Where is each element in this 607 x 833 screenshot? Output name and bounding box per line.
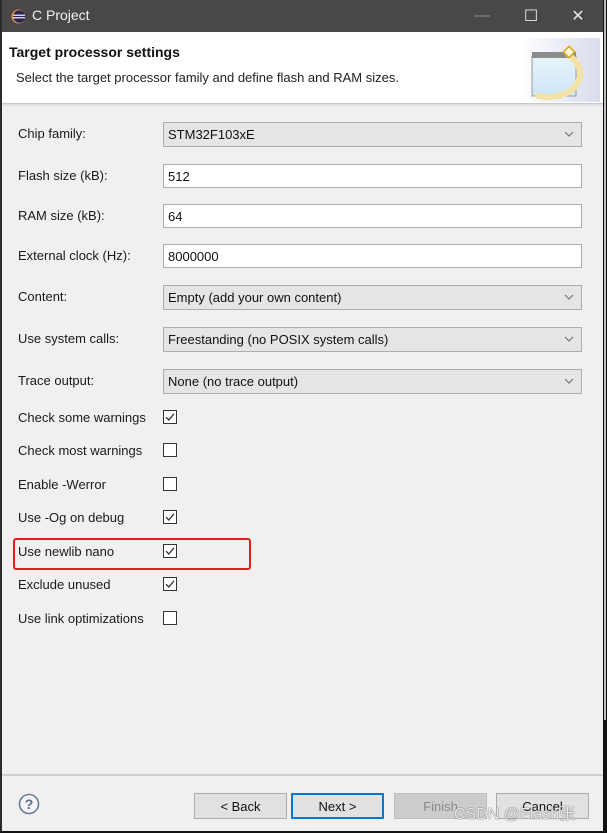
c-project-dialog: C Project — ☐ ✕ Target processor setting… — [0, 0, 605, 831]
trace-output-select[interactable]: None (no trace output) — [163, 369, 582, 394]
checkbox[interactable] — [163, 611, 177, 625]
flash-size-input[interactable] — [164, 165, 581, 187]
wizard-banner-icon — [520, 38, 600, 102]
help-icon[interactable]: ? — [18, 793, 40, 815]
system-calls-label: Use system calls: — [18, 331, 120, 346]
window-title: C Project — [32, 7, 90, 23]
ram-size-field-box — [163, 204, 582, 228]
checkbox-label: Use -Og on debug — [18, 510, 125, 525]
finish-button[interactable]: Finish — [394, 793, 487, 819]
content-label: Content: — [18, 289, 68, 304]
checkbox-label: Use link optimizations — [18, 611, 144, 626]
checkbox[interactable] — [163, 410, 177, 424]
title-bar: C Project — ☐ ✕ — [2, 0, 605, 32]
checkmark-icon — [165, 547, 175, 555]
flash-size-field-box — [163, 164, 582, 188]
checkbox-row: Exclude unused — [2, 575, 302, 595]
chip-family-select[interactable]: STM32F103xE — [163, 122, 582, 147]
checkmark-icon — [165, 413, 175, 421]
checkbox-row: Use link optimizations — [2, 609, 302, 629]
flash-size-row: Flash size (kB): — [2, 164, 605, 188]
chevron-down-icon — [564, 294, 574, 300]
maximize-icon: ☐ — [523, 8, 539, 25]
content-value: Empty (add your own content) — [168, 290, 342, 305]
minimize-icon: — — [474, 7, 490, 24]
window-edge — [603, 0, 607, 833]
checkmark-icon — [165, 513, 175, 521]
ram-size-row: RAM size (kB): — [2, 204, 605, 228]
ram-size-label: RAM size (kB): — [18, 208, 105, 223]
checkbox[interactable] — [163, 544, 177, 558]
checkbox-row: Check some warnings — [2, 408, 302, 428]
page-title: Target processor settings — [9, 44, 180, 60]
system-calls-select[interactable]: Freestanding (no POSIX system calls) — [163, 327, 582, 352]
checkbox-label: Check some warnings — [18, 410, 146, 425]
trace-output-row: Trace output: None (no trace output) — [2, 369, 605, 394]
chevron-down-icon — [564, 336, 574, 342]
checkbox-label: Exclude unused — [18, 577, 111, 592]
external-clock-row: External clock (Hz): — [2, 244, 605, 268]
trace-output-label: Trace output: — [18, 373, 95, 388]
maximize-button[interactable]: ☐ — [509, 0, 553, 32]
chevron-down-icon — [564, 131, 574, 137]
checkbox-row: Use newlib nano — [2, 542, 302, 562]
close-button[interactable]: ✕ — [556, 0, 600, 32]
next-button[interactable]: Next > — [291, 793, 384, 819]
checkbox[interactable] — [163, 477, 177, 491]
checkbox-label: Use newlib nano — [18, 544, 115, 559]
checkbox-label: Enable -Werror — [18, 477, 106, 492]
back-button[interactable]: < Back — [194, 793, 287, 819]
checkbox-row: Use -Og on debug — [2, 508, 302, 528]
checkbox[interactable] — [163, 443, 177, 457]
system-calls-row: Use system calls: Freestanding (no POSIX… — [2, 327, 605, 352]
chip-family-label: Chip family: — [18, 126, 86, 141]
button-bar-separator — [2, 774, 605, 776]
chip-family-row: Chip family: STM32F103xE — [2, 122, 605, 147]
svg-text:?: ? — [25, 796, 34, 812]
wizard-banner: Target processor settings Select the tar… — [2, 32, 605, 104]
minimize-button[interactable]: — — [460, 0, 504, 32]
external-clock-input[interactable] — [164, 245, 581, 267]
checkbox-row: Enable -Werror — [2, 475, 302, 495]
page-description: Select the target processor family and d… — [16, 70, 399, 85]
checkbox[interactable] — [163, 510, 177, 524]
content-select[interactable]: Empty (add your own content) — [163, 285, 582, 310]
banner-separator — [2, 104, 605, 106]
trace-output-value: None (no trace output) — [168, 374, 299, 389]
chevron-down-icon — [564, 378, 574, 384]
ram-size-input[interactable] — [164, 205, 581, 227]
system-calls-value: Freestanding (no POSIX system calls) — [168, 332, 389, 347]
close-icon: ✕ — [571, 8, 585, 25]
external-clock-label: External clock (Hz): — [18, 248, 131, 263]
checkbox-label: Check most warnings — [18, 443, 143, 458]
content-row: Content: Empty (add your own content) — [2, 285, 605, 310]
checkmark-icon — [165, 580, 175, 588]
chip-family-value: STM32F103xE — [168, 127, 255, 142]
flash-size-label: Flash size (kB): — [18, 168, 108, 183]
cancel-button[interactable]: Cancel — [496, 793, 589, 819]
eclipse-icon — [11, 9, 26, 24]
checkbox-row: Check most warnings — [2, 441, 302, 461]
external-clock-field-box — [163, 244, 582, 268]
checkbox[interactable] — [163, 577, 177, 591]
